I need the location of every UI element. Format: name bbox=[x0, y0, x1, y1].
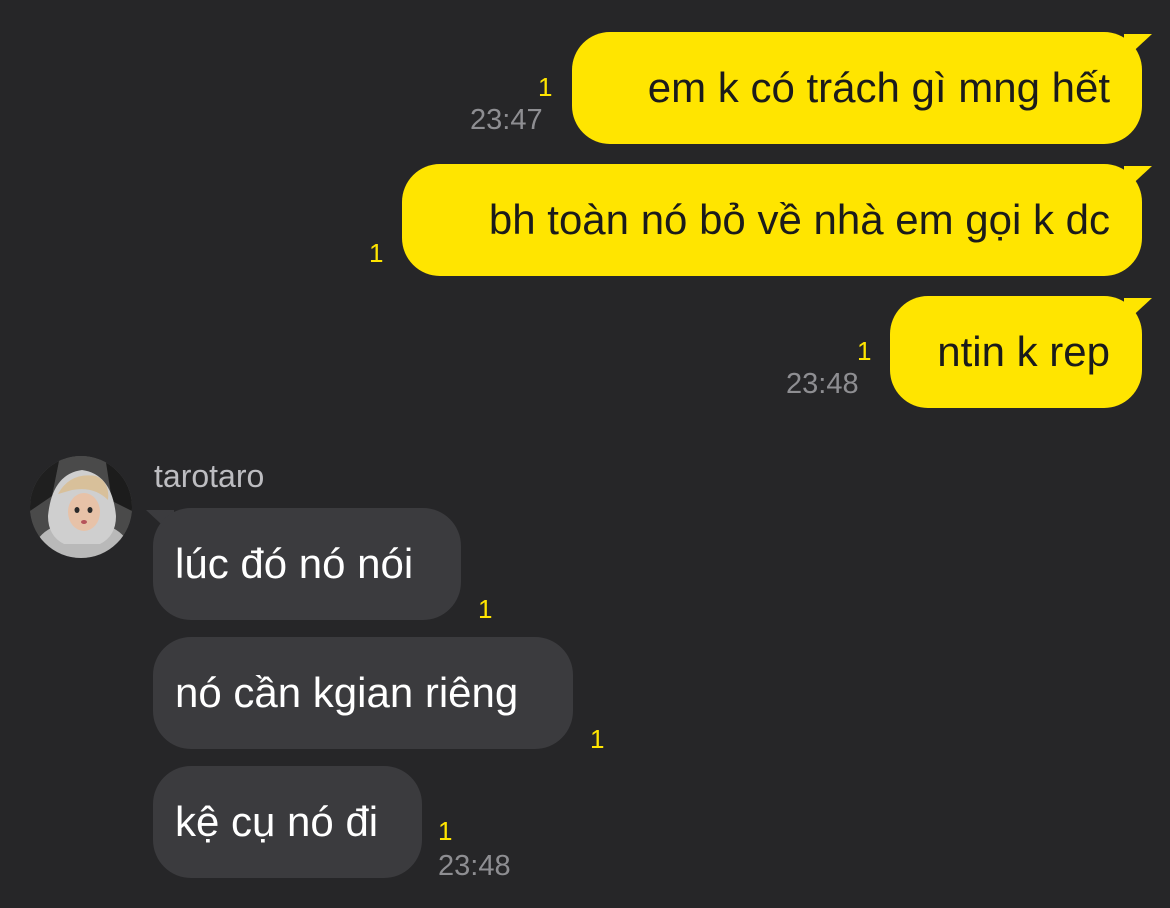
unread-count: 1 bbox=[538, 72, 553, 102]
unread-count: 1 bbox=[369, 238, 384, 268]
incoming-message-bubble[interactable]: kệ cụ nó đi bbox=[153, 766, 422, 878]
message-text: em k có trách gì mng hết bbox=[647, 64, 1110, 111]
outgoing-message-bubble[interactable]: bh toàn nó bỏ về nhà em gọi k dc bbox=[402, 164, 1142, 276]
profile-photo-icon bbox=[30, 456, 132, 558]
unread-count: 1 bbox=[438, 816, 453, 846]
message-text: bh toàn nó bỏ về nhà em gọi k dc bbox=[488, 196, 1110, 243]
unread-count: 1 bbox=[857, 336, 872, 366]
incoming-message-bubble[interactable]: nó cần kgian riêng bbox=[153, 637, 573, 749]
message-timestamp: 23:48 bbox=[786, 368, 859, 400]
outgoing-message-bubble[interactable]: ntin k rep bbox=[890, 296, 1142, 408]
message-text: nó cần kgian riêng bbox=[175, 669, 519, 716]
message-timestamp: 23:47 bbox=[470, 104, 543, 136]
message-text: ntin k rep bbox=[937, 328, 1110, 375]
avatar[interactable] bbox=[30, 456, 132, 558]
unread-count: 1 bbox=[478, 594, 493, 624]
unread-count: 1 bbox=[590, 724, 605, 754]
message-text: kệ cụ nó đi bbox=[175, 798, 379, 845]
message-timestamp: 23:48 bbox=[438, 850, 511, 882]
message-text: lúc đó nó nói bbox=[175, 540, 414, 587]
outgoing-message-bubble[interactable]: em k có trách gì mng hết bbox=[572, 32, 1142, 144]
incoming-message-bubble[interactable]: lúc đó nó nói bbox=[153, 508, 461, 620]
sender-name[interactable]: tarotaro bbox=[154, 458, 264, 495]
